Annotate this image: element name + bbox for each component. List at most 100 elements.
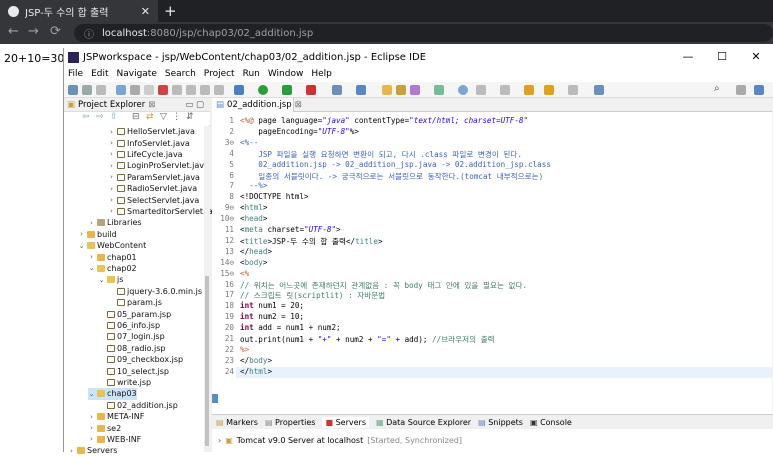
code-line[interactable]: </body>	[240, 356, 272, 365]
tree-item[interactable]: › chap01	[88, 251, 137, 262]
tree-item[interactable]: › WEB-INF	[88, 434, 141, 445]
prev-annotation-icon[interactable]	[500, 85, 510, 95]
step-over-icon[interactable]	[200, 85, 210, 95]
forward-arrow-icon[interactable]: ⇨	[96, 112, 104, 122]
browser-tab[interactable]: JSP-두 수의 합 출력 ✕	[0, 0, 158, 22]
suspend-icon[interactable]	[144, 85, 154, 95]
tree-item[interactable]: › ParamServlet.java	[108, 172, 200, 183]
tree-item[interactable]: › SelectServlet.java	[108, 194, 199, 205]
tree-item[interactable]: ⌄ chap02	[88, 263, 137, 274]
tree-item[interactable]: 02_addition.jsp	[98, 400, 178, 411]
collapsed-arrow-icon[interactable]: ›	[88, 413, 95, 421]
code-line[interactable]: 일종의 서블릿이다. -> 궁극적으로는 서블릿으로 동작한다.(tomcat …	[240, 171, 543, 182]
tree-item[interactable]: › InfoServlet.java	[108, 137, 190, 148]
code-line[interactable]: // 스크립트 릿(scriptlit) : 자바문법	[240, 290, 385, 301]
tree-item[interactable]: 09_checkbox.jsp	[98, 354, 183, 365]
expanded-arrow-icon[interactable]: ⌄	[78, 242, 85, 250]
back-arrow-icon[interactable]: ⇦	[82, 112, 90, 122]
expanded-arrow-icon[interactable]: ⌄	[88, 390, 95, 398]
code-line[interactable]: <head>	[240, 214, 267, 223]
close-tab-icon[interactable]: ✕	[141, 5, 150, 18]
code-line[interactable]: int num1 = 20;	[240, 301, 304, 310]
code-line[interactable]: <%	[240, 269, 249, 278]
tab-markers[interactable]: ▤ Markers	[216, 418, 258, 427]
tab-console[interactable]: ▣ Console	[530, 418, 572, 427]
code-line[interactable]: </html>	[240, 367, 272, 376]
collapsed-arrow-icon[interactable]: ›	[108, 139, 115, 147]
editor-tab-02-addition[interactable]: ▤ 02_addition.jsp ⊠	[212, 98, 302, 112]
code-line[interactable]: out.print(num1 + "+" + num2 + "=" + add)…	[240, 334, 495, 345]
tree-item[interactable]: ⌄ chap03	[88, 388, 137, 400]
collapsed-arrow-icon[interactable]: ›	[78, 230, 85, 238]
collapsed-arrow-icon[interactable]: ›	[108, 196, 115, 204]
code-line[interactable]: <body>	[240, 258, 267, 267]
annotation-icon[interactable]	[434, 85, 444, 95]
open-type-icon[interactable]	[382, 85, 392, 95]
collapsed-arrow-icon[interactable]: ›	[88, 424, 95, 432]
collapsed-arrow-icon[interactable]: ›	[88, 435, 95, 443]
code-line[interactable]: // 위치는 어느곳에 존재하던지 관계없음 : 꼭 body 태그 안에 있을…	[240, 280, 527, 291]
perspective-open-icon[interactable]	[736, 85, 746, 95]
tree-item[interactable]: › LifeCycle.java	[108, 149, 183, 160]
search-tool-icon[interactable]	[410, 85, 420, 95]
tree-item[interactable]: write.jsp	[98, 377, 151, 388]
step-into-icon[interactable]	[186, 85, 196, 95]
tab-snippets[interactable]: ▤ Snippets	[478, 418, 523, 427]
new-class-icon[interactable]	[356, 85, 366, 95]
collapsed-arrow-icon[interactable]: ›	[88, 219, 95, 227]
minimize-view-icon[interactable]: ▭ ▢	[185, 100, 210, 110]
step-return-icon[interactable]	[214, 85, 224, 95]
collapsed-arrow-icon[interactable]: ›	[68, 447, 75, 455]
save-icon[interactable]	[82, 85, 92, 95]
new-server-icon[interactable]	[332, 85, 342, 95]
next-annotation-icon[interactable]	[476, 85, 486, 95]
tree-item[interactable]: 07_login.jsp	[98, 331, 165, 342]
collapsed-arrow-icon[interactable]: ›	[108, 207, 115, 215]
collapsed-arrow-icon[interactable]: ›	[108, 185, 115, 193]
code-line[interactable]: <title>JSP-두 수의 합 출력</title>	[240, 236, 383, 247]
code-line[interactable]: <!DOCTYPE html>	[240, 192, 309, 201]
link-editor-icon[interactable]: ⇄	[146, 112, 154, 122]
code-line[interactable]: <%--	[240, 138, 258, 147]
save-all-icon[interactable]	[96, 85, 106, 95]
tree-item[interactable]: 08_radio.jsp	[98, 343, 165, 354]
menu-project[interactable]: Project	[204, 69, 235, 79]
reload-button[interactable]: ⟳	[50, 24, 61, 39]
server-name[interactable]: Tomcat v9.0 Server at localhost	[237, 436, 363, 445]
code-line[interactable]: <html>	[240, 203, 267, 212]
stop-icon[interactable]	[158, 85, 168, 95]
menu-help[interactable]: Help	[311, 69, 332, 79]
tree-item[interactable]: jquery-3.6.0.min.js	[108, 286, 202, 297]
collapsed-arrow-icon[interactable]: ›	[108, 173, 115, 181]
terminal-icon[interactable]	[116, 85, 126, 95]
code-line[interactable]: --%>	[240, 181, 267, 190]
code-line[interactable]: </head>	[240, 247, 272, 256]
tree-item[interactable]: ⌄ WebContent	[78, 240, 147, 251]
code-editor[interactable]: 1 <%@ page language="java" contentType="t…	[212, 112, 772, 414]
coverage-icon[interactable]	[282, 85, 292, 95]
expanded-arrow-icon[interactable]: ⌄	[88, 264, 95, 272]
collapsed-arrow-icon[interactable]: ›	[108, 150, 115, 158]
forward-button[interactable]: →	[28, 24, 39, 39]
scrollbar-thumb[interactable]	[205, 276, 209, 446]
project-explorer-tab[interactable]: ▣ Project Explorer ⊠ ▭ ▢	[64, 98, 210, 112]
run-icon[interactable]	[258, 85, 268, 95]
tab-properties[interactable]: ▤ Properties	[265, 418, 316, 427]
info-icon[interactable]: ⓘ	[84, 26, 94, 41]
tree-item[interactable]: › Servers	[68, 445, 117, 456]
close-view-icon[interactable]: ⊠	[148, 100, 155, 110]
code-line[interactable]: int add = num1 + num2;	[240, 323, 341, 332]
tab-servers[interactable]: ■ Servers	[322, 416, 369, 428]
expanded-arrow-icon[interactable]: ⌄	[98, 276, 105, 284]
explorer-scrollbar[interactable]	[204, 126, 210, 452]
perspective-jee-icon[interactable]	[754, 85, 764, 95]
tree-item[interactable]: › se2	[88, 422, 121, 433]
pin-editor-icon[interactable]	[594, 85, 604, 95]
menu-search[interactable]: Search	[165, 69, 196, 79]
tree-item[interactable]: › build	[78, 229, 117, 240]
debug-icon[interactable]	[234, 85, 244, 95]
collapsed-arrow-icon[interactable]: ›	[108, 162, 115, 170]
back-button[interactable]: ←	[8, 24, 19, 39]
web-browser-icon[interactable]	[458, 85, 468, 95]
menu-edit[interactable]: Edit	[91, 69, 108, 79]
